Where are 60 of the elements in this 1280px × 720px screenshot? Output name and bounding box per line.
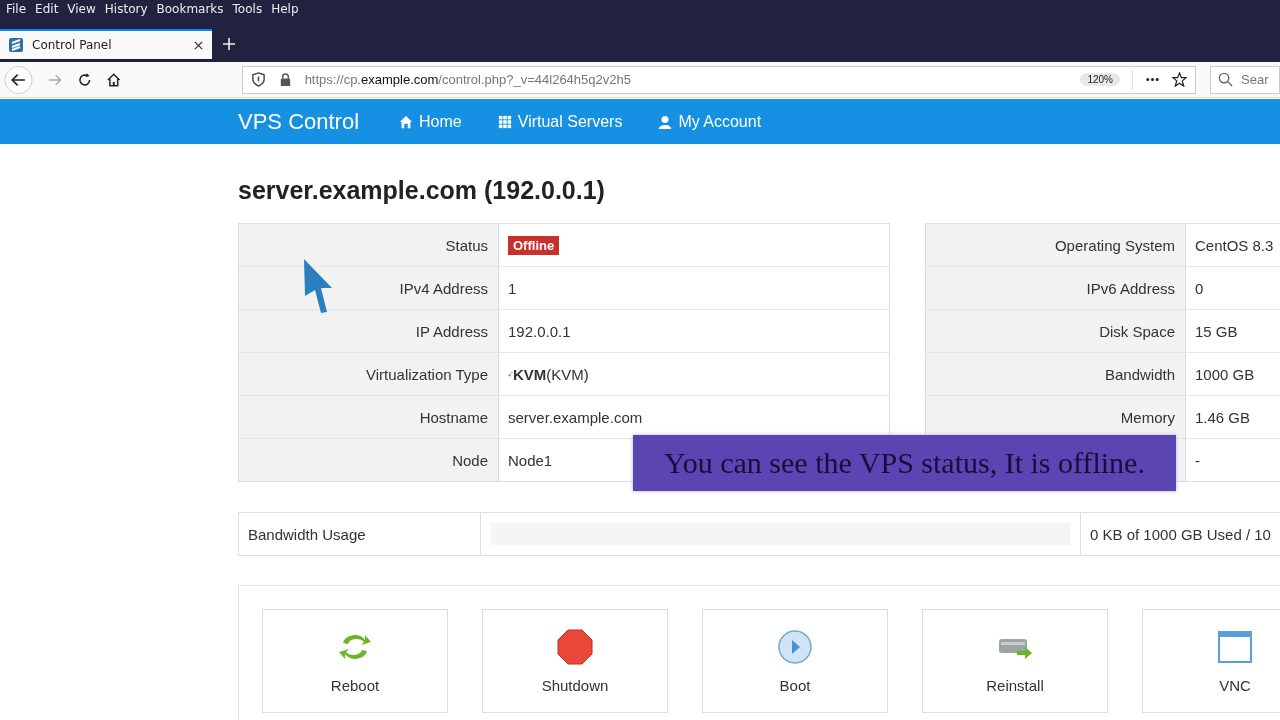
action-button[interactable]: VNC	[1142, 609, 1280, 713]
table-cell: Operating System	[926, 224, 1186, 266]
menu-item[interactable]: View	[67, 2, 96, 16]
back-icon[interactable]	[4, 64, 34, 95]
table-cell: Node1	[508, 451, 553, 469]
status-badge: Offline	[508, 235, 560, 255]
play-icon	[777, 628, 813, 665]
table-cell: Memory	[926, 396, 1186, 438]
table-cell: Hostname	[239, 396, 499, 438]
caption: You can see the VPS status, It is offline.	[633, 435, 1176, 491]
menu-item[interactable]: File	[6, 2, 27, 16]
reload-icon[interactable]	[76, 71, 93, 88]
table-cell: 1000 GB	[1195, 365, 1255, 383]
browser-tab[interactable]: Control Panel	[0, 29, 212, 59]
user-icon	[658, 114, 673, 129]
page-title: server.example.com (192.0.0.1)	[238, 176, 606, 205]
site-logo-icon	[8, 37, 24, 53]
new-tab-icon[interactable]	[222, 37, 236, 51]
table-cell: IP Address	[239, 310, 499, 352]
close-icon[interactable]	[193, 39, 204, 51]
shield-icon[interactable]	[250, 72, 266, 87]
menu-item[interactable]: Help	[271, 2, 299, 16]
action-button[interactable]: Reboot	[262, 609, 448, 713]
table-cell: KVM(KVM)	[513, 365, 589, 383]
menu-item[interactable]: Bookmarks	[156, 2, 224, 16]
home-icon[interactable]	[106, 71, 122, 88]
action-button[interactable]: Reinstall	[922, 609, 1108, 713]
search-icon	[1218, 71, 1233, 87]
table-cell: 1.46 GB	[1195, 408, 1251, 426]
table-cell: Status	[239, 224, 499, 266]
menu-item[interactable]: Tools	[232, 2, 263, 16]
star-icon[interactable]	[1172, 72, 1187, 87]
table-cell: Virtualization Type	[239, 353, 499, 395]
table-cell: 1	[508, 279, 517, 297]
menu-item[interactable]: History	[104, 2, 148, 16]
table-cell: -	[1195, 451, 1200, 469]
table-cell: 192.0.0.1	[508, 322, 571, 340]
stop-icon	[557, 628, 593, 665]
table-cell: 0	[1195, 279, 1204, 297]
table-cell: CentOS 8.3	[1195, 236, 1274, 254]
cursor-icon	[303, 258, 333, 314]
bandwidth-label: Bandwidth Usage	[248, 525, 366, 543]
menu-item[interactable]: Edit	[35, 2, 59, 16]
action-button[interactable]: Shutdown	[482, 609, 668, 713]
grid-icon	[497, 114, 512, 129]
window-icon	[1217, 628, 1253, 665]
usage-reading: 0 KB of 1000 GB Used / 10	[1090, 525, 1271, 543]
table-cell: server.example.com	[508, 408, 643, 426]
table-cell: IPv4 Address	[239, 267, 499, 309]
table-cell: Node	[239, 439, 499, 481]
table-cell: 15 GB	[1195, 322, 1238, 340]
logo-icon	[508, 369, 513, 379]
table-cell: IPv6 Address	[926, 267, 1186, 309]
table-cell: Disk Space	[926, 310, 1186, 352]
url-text[interactable]: https://cp.example.com/control.php?_v=44l264h5q2v2h5	[304, 72, 1069, 87]
zoom-badge[interactable]: 120%	[1080, 73, 1120, 86]
search-field[interactable]: Sear	[1210, 65, 1280, 94]
table-cell: Bandwidth	[926, 353, 1186, 395]
home-icon	[399, 114, 414, 129]
action-button[interactable]: Boot	[702, 609, 888, 713]
